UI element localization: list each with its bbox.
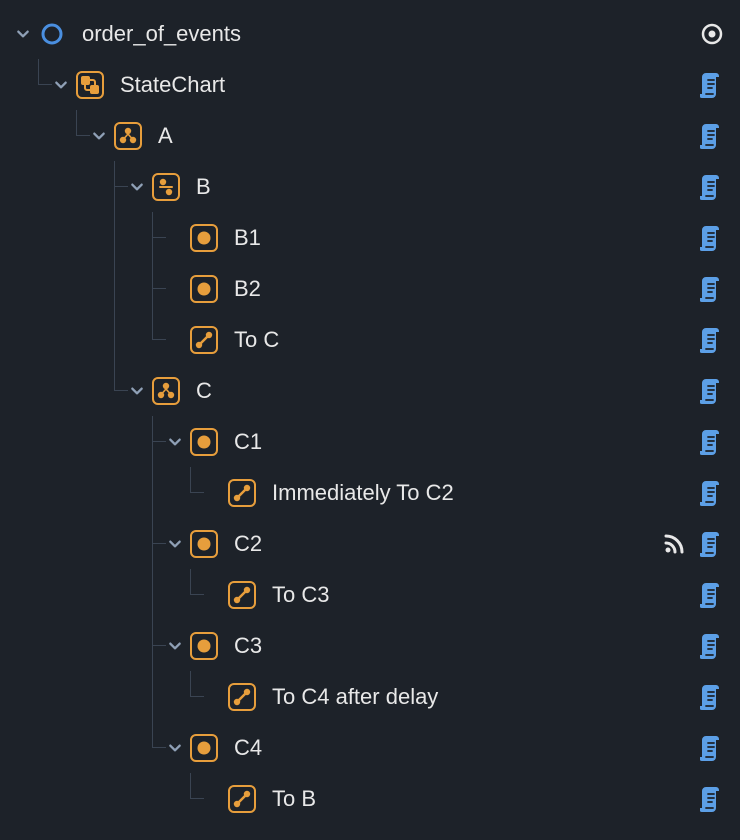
script-icon[interactable]: [700, 224, 724, 252]
expand-chevron-icon[interactable]: [90, 127, 108, 145]
compound-split-icon: [152, 173, 180, 201]
script-icon[interactable]: [700, 122, 724, 150]
tree-row-c2[interactable]: C2: [8, 518, 732, 569]
node-label: To B: [272, 786, 316, 812]
tree-row-c[interactable]: C: [8, 365, 732, 416]
tree-row-statechart[interactable]: StateChart: [8, 59, 732, 110]
tree-row-tob[interactable]: To B: [8, 773, 732, 824]
transition-icon: [190, 326, 218, 354]
node-label: B: [196, 174, 211, 200]
node-label: C1: [234, 429, 262, 455]
tree-row-c3[interactable]: C3: [8, 620, 732, 671]
script-icon[interactable]: [700, 71, 724, 99]
tree-row-c4[interactable]: C4: [8, 722, 732, 773]
script-icon[interactable]: [700, 785, 724, 813]
node-label: order_of_events: [82, 21, 241, 47]
script-icon[interactable]: [700, 581, 724, 609]
script-icon[interactable]: [700, 530, 724, 558]
expand-chevron-icon[interactable]: [166, 433, 184, 451]
expand-chevron-icon[interactable]: [52, 76, 70, 94]
node-label: B1: [234, 225, 261, 251]
node-label: To C3: [272, 582, 329, 608]
script-icon[interactable]: [700, 428, 724, 456]
script-icon[interactable]: [700, 479, 724, 507]
expand-chevron-icon[interactable]: [166, 637, 184, 655]
atomic-icon: [190, 632, 218, 660]
node-label: C2: [234, 531, 262, 557]
tree-row-toc3[interactable]: To C3: [8, 569, 732, 620]
expand-chevron-icon[interactable]: [128, 178, 146, 196]
tree-row-toc4[interactable]: To C4 after delay: [8, 671, 732, 722]
atomic-icon: [190, 734, 218, 762]
node-label: To C4 after delay: [272, 684, 438, 710]
script-icon[interactable]: [700, 683, 724, 711]
expand-chevron-icon[interactable]: [14, 25, 32, 43]
atomic-icon: [190, 224, 218, 252]
tree-row-c1[interactable]: C1: [8, 416, 732, 467]
transition-icon: [228, 785, 256, 813]
atomic-icon: [190, 275, 218, 303]
expand-chevron-icon[interactable]: [166, 739, 184, 757]
expand-chevron-icon[interactable]: [166, 535, 184, 553]
script-icon[interactable]: [700, 326, 724, 354]
node-label: To C: [234, 327, 279, 353]
tree-row-toc[interactable]: To C: [8, 314, 732, 365]
tree-row-b[interactable]: B: [8, 161, 732, 212]
node-ring-icon: [38, 22, 66, 46]
visibility-icon[interactable]: [700, 22, 724, 46]
script-icon[interactable]: [700, 275, 724, 303]
script-icon[interactable]: [700, 173, 724, 201]
node-label: Immediately To C2: [272, 480, 454, 506]
signal-icon[interactable]: [662, 532, 686, 556]
statechart-icon: [76, 71, 104, 99]
node-label: C: [196, 378, 212, 404]
node-label: C3: [234, 633, 262, 659]
node-label: C4: [234, 735, 262, 761]
node-label: A: [158, 123, 173, 149]
tree-row-root[interactable]: order_of_events: [8, 8, 732, 59]
scene-tree: order_of_events StateChart AB B1 B2 To C C C1 Im…: [0, 0, 740, 832]
transition-icon: [228, 479, 256, 507]
parallel-icon: [114, 122, 142, 150]
tree-row-b1[interactable]: B1: [8, 212, 732, 263]
script-icon[interactable]: [700, 632, 724, 660]
atomic-icon: [190, 530, 218, 558]
parallel-icon: [152, 377, 180, 405]
script-icon[interactable]: [700, 734, 724, 762]
atomic-icon: [190, 428, 218, 456]
expand-chevron-icon[interactable]: [128, 382, 146, 400]
transition-icon: [228, 683, 256, 711]
node-label: StateChart: [120, 72, 225, 98]
tree-row-a[interactable]: A: [8, 110, 732, 161]
tree-row-b2[interactable]: B2: [8, 263, 732, 314]
transition-icon: [228, 581, 256, 609]
tree-row-imm[interactable]: Immediately To C2: [8, 467, 732, 518]
script-icon[interactable]: [700, 377, 724, 405]
node-label: B2: [234, 276, 261, 302]
